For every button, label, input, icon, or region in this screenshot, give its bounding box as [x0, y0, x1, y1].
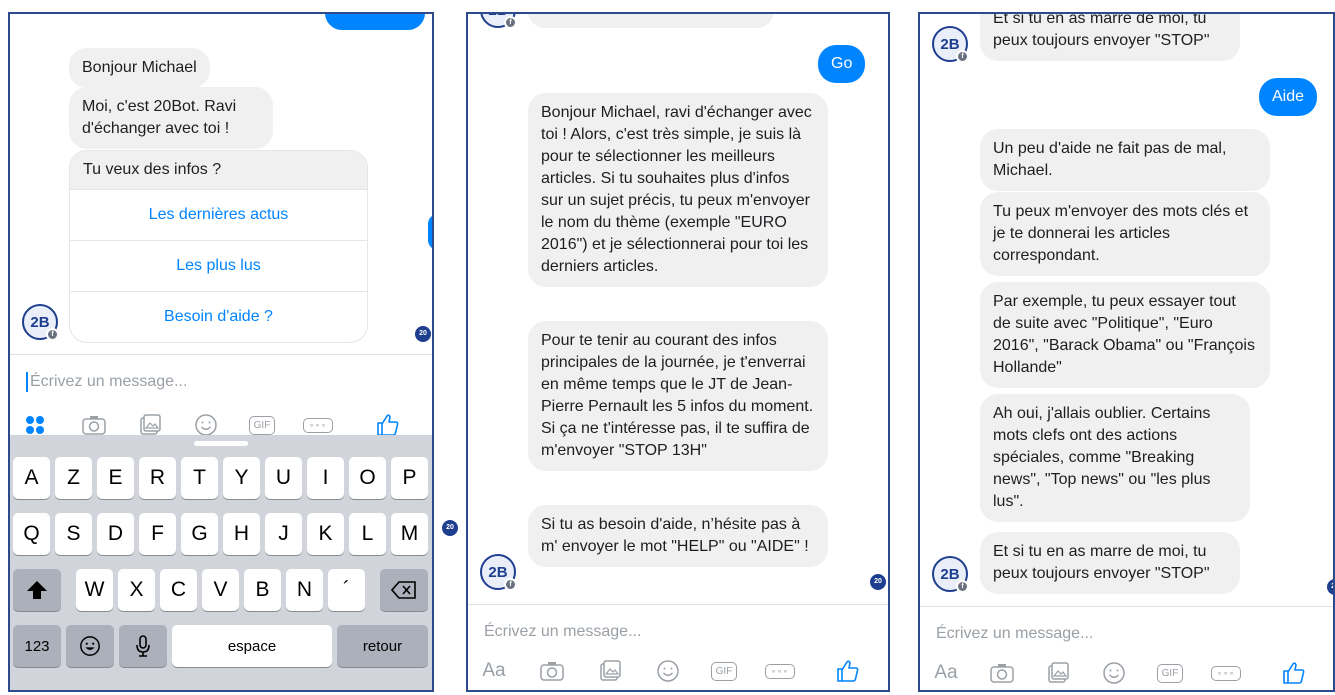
- bot-message: Bonjour Michael: [69, 48, 210, 88]
- key[interactable]: C: [160, 569, 197, 611]
- bot-message: Si tu as besoin d'aide, n’hésite pas à m…: [528, 505, 828, 567]
- option-latest-news[interactable]: Les dernières actus: [70, 189, 367, 240]
- option-help[interactable]: Besoin d'aide ?: [70, 291, 367, 342]
- thumbs-up-icon[interactable]: [1278, 657, 1310, 689]
- seen-avatar-icon: 20: [870, 574, 886, 590]
- emoji-icon[interactable]: [652, 655, 684, 687]
- text-cursor: [26, 372, 28, 392]
- key[interactable]: F: [139, 513, 176, 555]
- previous-bot-message: [528, 14, 774, 28]
- more-icon[interactable]: ∘∘∘: [1210, 657, 1242, 689]
- 20bot-avatar-icon: 2Bf: [480, 14, 517, 29]
- gif-icon[interactable]: GIF: [1154, 657, 1186, 689]
- key[interactable]: T: [181, 457, 218, 499]
- microphone-key[interactable]: [119, 625, 167, 667]
- bot-message: Et si tu en as marre de moi, tu peux tou…: [980, 14, 1240, 61]
- seen-avatar-icon: 20: [442, 520, 458, 536]
- bot-message: Bonjour Michael, ravi d'échanger avec to…: [528, 93, 828, 287]
- bot-message: Ah oui, j'allais oublier. Certains mots …: [980, 394, 1250, 522]
- composer-toolbar: Aa GIF ∘∘∘: [920, 653, 1333, 690]
- key[interactable]: Z: [55, 457, 92, 499]
- gallery-icon[interactable]: [594, 655, 626, 687]
- bot-message: Et si tu en as marre de moi, tu peux tou…: [980, 532, 1240, 594]
- bot-message: Un peu d'aide ne fait pas de mal, Michae…: [980, 129, 1270, 191]
- chat-screen-2: 2Bf Go Bonjour Michael, ravi d'échanger …: [466, 12, 890, 692]
- shift-key[interactable]: [13, 569, 61, 611]
- key[interactable]: L: [349, 513, 386, 555]
- user-message: Aide: [1259, 78, 1318, 116]
- partial-background-bubble: [428, 214, 432, 250]
- microphone-icon: [136, 635, 150, 657]
- emoji-icon[interactable]: [1098, 657, 1130, 689]
- key[interactable]: G: [181, 513, 218, 555]
- bot-message: Tu peux m'envoyer des mots clés et je te…: [980, 192, 1270, 276]
- chat-screen-1: Bonjour Michael Moi, c'est 20Bot. Ravi d…: [8, 12, 434, 692]
- key[interactable]: V: [202, 569, 239, 611]
- emoji-icon: [80, 636, 100, 656]
- thumbs-up-icon[interactable]: [832, 655, 864, 687]
- bot-message: Moi, c'est 20Bot. Ravi d'échanger avec t…: [69, 87, 273, 149]
- backspace-icon: [391, 581, 416, 599]
- key[interactable]: B: [244, 569, 281, 611]
- key[interactable]: K: [307, 513, 344, 555]
- composer: Écrivez un message... Aa GIF ∘∘∘: [468, 604, 888, 690]
- gif-icon[interactable]: GIF: [708, 655, 740, 687]
- bot-message: Pour te tenir au courant des infos princ…: [528, 321, 828, 471]
- key[interactable]: R: [139, 457, 176, 499]
- shift-icon: [27, 581, 47, 599]
- camera-icon[interactable]: [536, 655, 568, 687]
- key[interactable]: ´: [328, 569, 365, 611]
- 20bot-avatar-icon: 2Bf: [932, 556, 969, 593]
- key[interactable]: J: [265, 513, 302, 555]
- key[interactable]: I: [307, 457, 344, 499]
- key[interactable]: U: [265, 457, 302, 499]
- key[interactable]: A: [13, 457, 50, 499]
- composer: Écrivez un message... GIF ∘∘∘: [10, 354, 432, 444]
- composer-toolbar: Aa GIF ∘∘∘: [468, 651, 888, 690]
- 20bot-avatar-icon: 2Bf: [932, 26, 969, 63]
- key[interactable]: O: [349, 457, 386, 499]
- key[interactable]: M: [391, 513, 428, 555]
- previous-user-message: [325, 14, 425, 30]
- quick-reply-card: Tu veux des infos ? Les dernières actus …: [69, 150, 368, 343]
- 20bot-avatar-icon: 2Bf: [22, 304, 59, 341]
- message-input[interactable]: Écrivez un message...: [484, 623, 641, 641]
- gallery-icon[interactable]: [1042, 657, 1074, 689]
- option-most-read[interactable]: Les plus lus: [70, 240, 367, 291]
- message-input[interactable]: Écrivez un message...: [936, 625, 1093, 643]
- more-icon[interactable]: ∘∘∘: [764, 655, 796, 687]
- return-key[interactable]: retour: [337, 625, 428, 667]
- key[interactable]: D: [97, 513, 134, 555]
- composer: Écrivez un message... Aa GIF ∘∘∘: [920, 606, 1333, 690]
- backspace-key[interactable]: [380, 569, 428, 611]
- seen-avatar-icon: 20: [1327, 579, 1333, 595]
- key[interactable]: E: [97, 457, 134, 499]
- user-message: Go: [818, 45, 866, 83]
- 20bot-avatar-icon: 2Bf: [480, 554, 517, 591]
- text-tool[interactable]: Aa: [930, 657, 962, 689]
- card-header: Tu veux des infos ?: [70, 151, 367, 189]
- seen-avatar-icon: 20: [415, 326, 431, 342]
- space-key[interactable]: espace: [172, 625, 332, 667]
- key[interactable]: N: [286, 569, 323, 611]
- keyboard: A Z E R T Y U I O P Q S D F G H J K L M …: [10, 435, 432, 690]
- text-tool[interactable]: Aa: [478, 655, 510, 687]
- numbers-key[interactable]: 123: [13, 625, 61, 667]
- message-input[interactable]: Écrivez un message...: [30, 373, 187, 391]
- key[interactable]: H: [223, 513, 260, 555]
- key[interactable]: S: [55, 513, 92, 555]
- chat-screen-3: 2B f Et si tu en as marre de moi, tu peux…: [918, 12, 1335, 692]
- key[interactable]: Y: [223, 457, 260, 499]
- key[interactable]: X: [118, 569, 155, 611]
- camera-icon[interactable]: [986, 657, 1018, 689]
- key[interactable]: Q: [13, 513, 50, 555]
- emoji-key[interactable]: [66, 625, 114, 667]
- key[interactable]: W: [76, 569, 113, 611]
- bot-message: Par exemple, tu peux essayer tout de sui…: [980, 282, 1270, 388]
- key[interactable]: P: [391, 457, 428, 499]
- keyboard-grabber[interactable]: [194, 441, 248, 446]
